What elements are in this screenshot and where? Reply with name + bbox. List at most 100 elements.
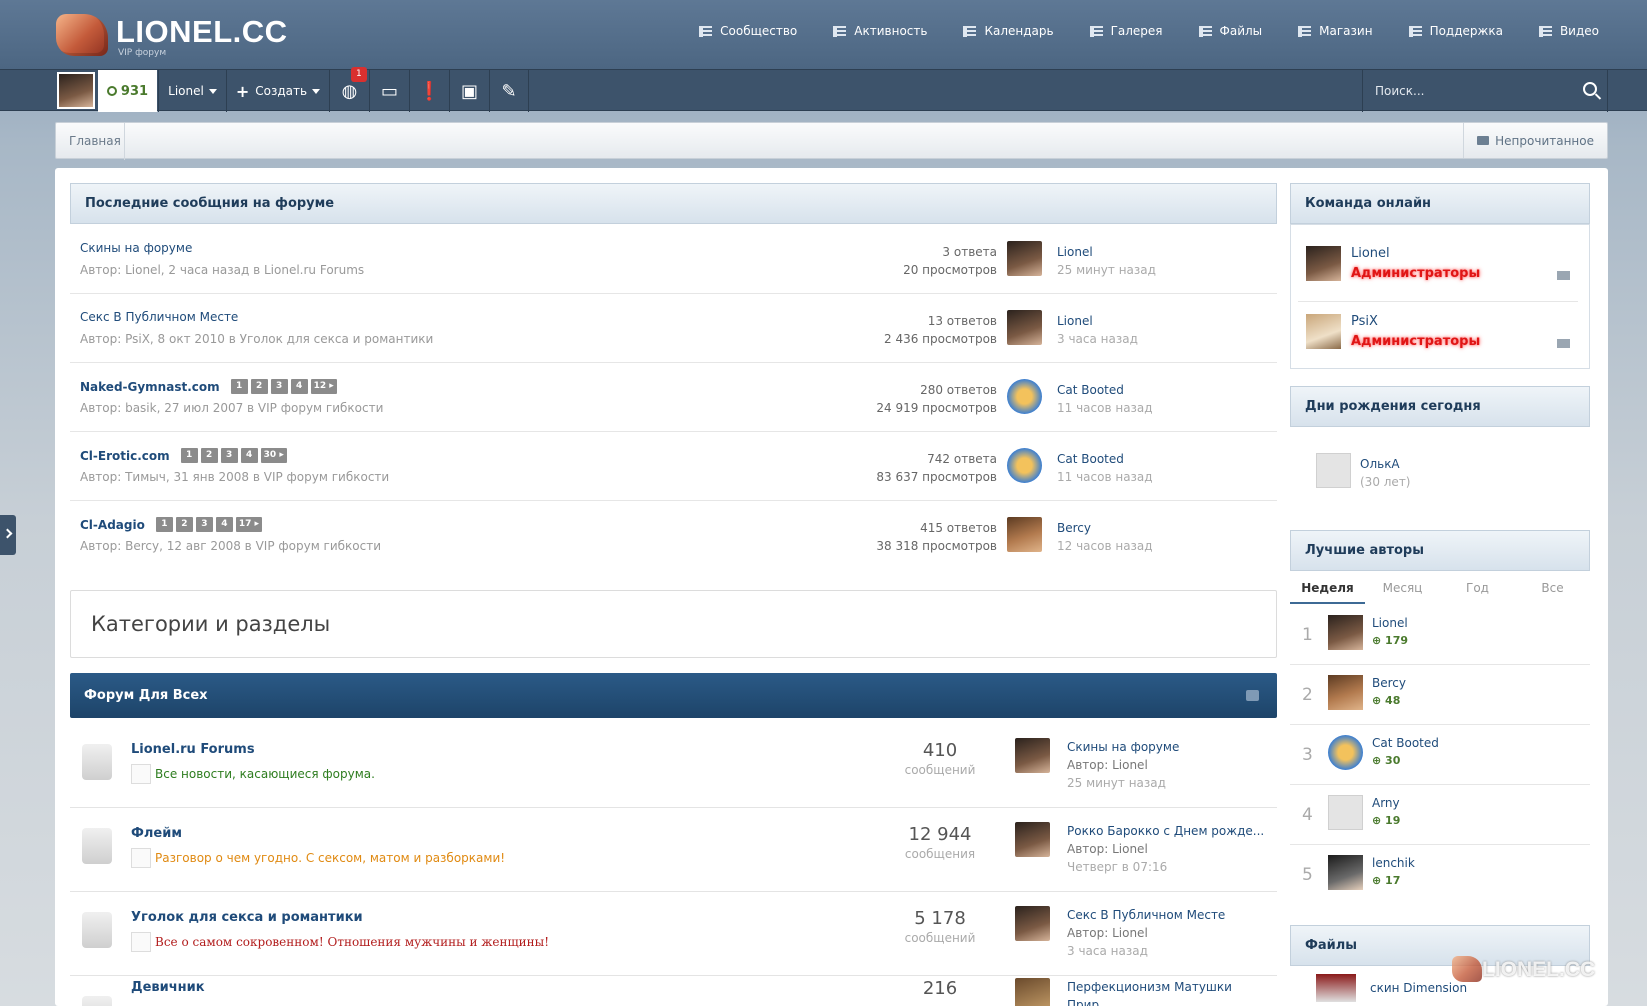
last-poster-name[interactable]: Lionel xyxy=(1057,312,1138,330)
avatar[interactable] xyxy=(1328,675,1363,710)
last-post-title[interactable]: Скины на форуме xyxy=(1067,738,1179,756)
collapse-icon[interactable] xyxy=(1246,690,1259,701)
page-link[interactable]: 3 xyxy=(270,379,288,394)
avatar[interactable] xyxy=(1316,453,1351,488)
staff-name[interactable]: PsiX xyxy=(1351,314,1378,329)
last-post-title[interactable]: Перфекционизм Матушки Прир... xyxy=(1067,978,1277,1006)
page-link[interactable]: 3 xyxy=(220,448,238,463)
team-online-header: Команда онлайн xyxy=(1290,183,1590,224)
last-poster-avatar[interactable] xyxy=(1015,978,1050,1006)
page-link[interactable]: 2 xyxy=(200,448,218,463)
topic-row: Cl-Erotic.com 1 2 3 4 30 ▸ Автор: Тимыч, 31 … xyxy=(70,432,1277,501)
search-icon[interactable] xyxy=(1583,82,1597,96)
topic-row: Секс В Публичном Месте Автор: PsiX, 8 ок… xyxy=(70,294,1277,363)
topic-title[interactable]: Cl-Adagio 1 2 3 4 17 ▸ xyxy=(80,517,263,532)
last-poster-avatar[interactable] xyxy=(1007,241,1042,276)
last-poster-avatar[interactable] xyxy=(1007,517,1042,552)
last-poster-name[interactable]: Cat Booted xyxy=(1057,381,1153,399)
search-input[interactable] xyxy=(1363,70,1607,112)
tab-year[interactable]: Год xyxy=(1440,572,1515,604)
author-name[interactable]: Cat Booted xyxy=(1372,736,1439,750)
nav-shop[interactable]: Магазин xyxy=(1298,24,1373,38)
forum-row: Девичник 216 Перфекционизм Матушки Прир.… xyxy=(70,974,1277,1006)
forum-title[interactable]: Флейм xyxy=(131,826,182,841)
topic-meta: Автор: Bercy, 12 авг 2008 в VIP форум ги… xyxy=(80,539,382,553)
last-poster-avatar[interactable] xyxy=(1015,822,1050,857)
theme-button[interactable]: ✎ xyxy=(489,70,529,112)
nav-gallery[interactable]: Галерея xyxy=(1089,24,1163,38)
tab-week[interactable]: Неделя xyxy=(1290,572,1365,604)
avatar[interactable] xyxy=(1306,246,1341,281)
nav-label: Календарь xyxy=(984,24,1054,38)
rank-number: 2 xyxy=(1302,685,1313,705)
last-poster-avatar[interactable] xyxy=(1007,448,1042,483)
author-name[interactable]: Bercy xyxy=(1372,676,1406,690)
avatar[interactable] xyxy=(1328,615,1363,650)
forum-title[interactable]: Lionel.ru Forums xyxy=(131,742,255,757)
page-link[interactable]: 1 xyxy=(230,379,248,394)
nav-video[interactable]: Видео xyxy=(1538,24,1599,38)
page-link[interactable]: 4 xyxy=(290,379,308,394)
unread-button[interactable]: Непрочитанное xyxy=(1463,123,1607,158)
avatar[interactable] xyxy=(1328,855,1363,890)
author-name[interactable]: lenchik xyxy=(1372,856,1415,870)
tab-month[interactable]: Месяц xyxy=(1365,572,1440,604)
last-poster-avatar[interactable] xyxy=(1007,310,1042,345)
forum-title[interactable]: Девичник xyxy=(131,980,205,995)
nav-calendar[interactable]: Календарь xyxy=(963,24,1054,38)
reputation-badge[interactable]: 931 xyxy=(98,70,157,112)
last-post-title[interactable]: Рокко Барокко с Днем рожде... xyxy=(1067,822,1264,840)
envelope-icon[interactable] xyxy=(1557,271,1570,280)
forum-description: Все новости, касающиеся форума. xyxy=(131,764,375,784)
topic-title[interactable]: Cl-Erotic.com 1 2 3 4 30 ▸ xyxy=(80,448,287,463)
nav-community[interactable]: Сообщество xyxy=(699,24,797,38)
last-poster-avatar[interactable] xyxy=(1015,738,1050,773)
site-logo[interactable]: LIONEL.CC VIP форум xyxy=(56,10,296,60)
nav-files[interactable]: Файлы xyxy=(1198,24,1262,38)
file-title: скин Dimension xyxy=(1370,981,1468,995)
user-menu[interactable]: Lionel xyxy=(158,70,226,112)
birthday-name[interactable]: ОлькА xyxy=(1360,457,1400,471)
page-link[interactable]: 4 xyxy=(240,448,258,463)
page-link[interactable]: 1 xyxy=(155,517,173,532)
page-link[interactable]: 1 xyxy=(180,448,198,463)
file-item[interactable]: скин Dimension xyxy=(1316,974,1467,1002)
author-name[interactable]: Lionel xyxy=(1372,616,1408,630)
sidebar-toggle[interactable] xyxy=(0,515,16,555)
staff-name[interactable]: Lionel xyxy=(1351,246,1390,261)
avatar[interactable] xyxy=(1328,735,1363,770)
gallery-button[interactable]: ▣ xyxy=(449,70,489,112)
avatar[interactable] xyxy=(1306,314,1341,349)
page-link-last[interactable]: 12 ▸ xyxy=(310,379,337,394)
tab-all[interactable]: Все xyxy=(1515,572,1590,604)
user-avatar[interactable] xyxy=(57,72,95,109)
breadcrumb: Главная Непрочитанное xyxy=(55,122,1608,160)
inbox-button[interactable]: ▭ xyxy=(369,70,409,112)
topic-title[interactable]: Naked-Gymnast.com 1 2 3 4 12 ▸ xyxy=(80,379,337,394)
topic-title[interactable]: Секс В Публичном Месте xyxy=(80,310,238,324)
list-icon xyxy=(699,25,713,37)
top-author-row: 5 lenchik ⊕ 17 xyxy=(1290,846,1590,905)
page-link[interactable]: 3 xyxy=(195,517,213,532)
page-link-last[interactable]: 17 ▸ xyxy=(235,517,263,532)
nav-activity[interactable]: Активность xyxy=(833,24,927,38)
envelope-icon[interactable] xyxy=(1557,339,1570,348)
page-link[interactable]: 4 xyxy=(215,517,233,532)
last-post-title[interactable]: Секс В Публичном Месте xyxy=(1067,906,1225,924)
topic-title[interactable]: Скины на форуме xyxy=(80,241,192,255)
forum-title[interactable]: Уголок для секса и романтики xyxy=(131,910,363,925)
last-poster-name[interactable]: Lionel xyxy=(1057,243,1156,261)
nav-support[interactable]: Поддержка xyxy=(1408,24,1503,38)
reports-button[interactable]: ❗ xyxy=(409,70,449,112)
last-poster-avatar[interactable] xyxy=(1015,906,1050,941)
page-link[interactable]: 2 xyxy=(175,517,193,532)
last-poster-avatar[interactable] xyxy=(1007,379,1042,414)
last-poster-name[interactable]: Cat Booted xyxy=(1057,450,1153,468)
page-link-last[interactable]: 30 ▸ xyxy=(260,448,287,463)
avatar[interactable] xyxy=(1328,795,1363,830)
create-menu[interactable]: + Создать xyxy=(226,70,329,112)
breadcrumb-home[interactable]: Главная xyxy=(69,134,121,148)
page-link[interactable]: 2 xyxy=(250,379,268,394)
last-poster-name[interactable]: Bercy xyxy=(1057,519,1153,537)
author-name[interactable]: Arny xyxy=(1372,796,1400,810)
